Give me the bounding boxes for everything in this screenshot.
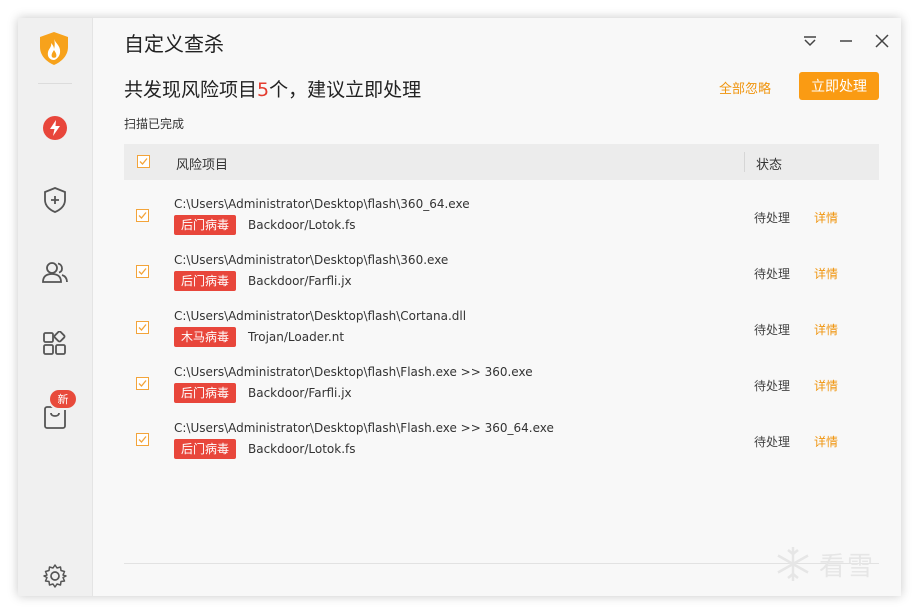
virus-type-tag: 后门病毒 (174, 383, 237, 403)
result-headline: 共发现风险项目5个，建议立即处理 (124, 75, 421, 102)
main-window: 新 自定义查杀 共发现风险项目5个，建议立即处理 全部忽略 立即处理 扫描已完成 (18, 18, 901, 596)
row-checkbox[interactable] (136, 321, 149, 334)
sidebar: 新 (18, 18, 93, 596)
dropdown-menu-icon (804, 36, 816, 47)
detail-link[interactable]: 详情 (814, 321, 838, 338)
watermark: 看雪 (773, 542, 893, 586)
select-all-checkbox[interactable] (137, 155, 150, 168)
column-divider (744, 152, 745, 172)
risk-count: 5 (257, 79, 270, 101)
close-button[interactable] (871, 30, 893, 52)
footer-divider (124, 563, 879, 564)
status-text: 待处理 (754, 435, 791, 449)
detail-link[interactable]: 详情 (814, 377, 838, 394)
status-text: 待处理 (754, 211, 791, 225)
handle-now-button[interactable]: 立即处理 (799, 72, 879, 100)
check-icon (138, 436, 147, 443)
file-path: C:\Users\Administrator\Desktop\flash\360… (174, 197, 470, 211)
table-row: C:\Users\Administrator\Desktop\flash\Cor… (124, 301, 879, 357)
watermark-text: 看雪 (819, 551, 876, 582)
virus-type-tag: 后门病毒 (174, 439, 237, 459)
new-badge: 新 (50, 390, 76, 408)
ignore-all-link[interactable]: 全部忽略 (719, 78, 771, 97)
check-icon (139, 158, 148, 165)
virus-name: Trojan/Loader.nt (248, 330, 345, 344)
headline-suffix: 个，建议立即处理 (269, 79, 422, 101)
scan-status: 扫描已完成 (124, 117, 185, 131)
sidebar-item-apps[interactable] (37, 326, 73, 362)
virus-type-tag: 后门病毒 (174, 271, 237, 291)
detail-link[interactable]: 详情 (814, 433, 838, 450)
check-icon (138, 268, 147, 275)
headline-prefix: 共发现风险项目 (124, 79, 258, 101)
settings-button[interactable] (37, 558, 73, 594)
flame-shield-logo (36, 30, 72, 66)
status-text: 待处理 (754, 323, 791, 337)
menu-button[interactable] (799, 30, 821, 52)
virus-name: Backdoor/Farfli.jx (248, 274, 352, 288)
table-header: 风险项目 状态 (124, 144, 879, 180)
check-icon (138, 212, 147, 219)
sidebar-item-scan[interactable] (37, 110, 73, 146)
check-icon (138, 380, 147, 387)
virus-type-tag: 后门病毒 (174, 215, 237, 235)
table-row: C:\Users\Administrator\Desktop\flash\Fla… (124, 357, 879, 413)
window-title: 自定义查杀 (124, 32, 224, 56)
status-text: 待处理 (754, 379, 791, 393)
file-path: C:\Users\Administrator\Desktop\flash\Fla… (174, 365, 533, 379)
row-checkbox[interactable] (136, 433, 149, 446)
sidebar-divider (38, 83, 72, 84)
row-checkbox[interactable] (136, 377, 149, 390)
file-path: C:\Users\Administrator\Desktop\flash\Fla… (174, 421, 554, 435)
virus-type-tag: 木马病毒 (174, 327, 237, 347)
file-path: C:\Users\Administrator\Desktop\flash\Cor… (174, 309, 467, 323)
row-checkbox[interactable] (136, 209, 149, 222)
shield-plus-icon (44, 187, 66, 213)
virus-name: Backdoor/Lotok.fs (248, 218, 356, 232)
row-checkbox[interactable] (136, 265, 149, 278)
detail-link[interactable]: 详情 (814, 265, 838, 282)
detail-link[interactable]: 详情 (814, 209, 838, 226)
snowflake-icon (777, 547, 809, 581)
lightning-icon (43, 116, 67, 140)
virus-name: Backdoor/Lotok.fs (248, 442, 356, 456)
column-header-status: 状态 (756, 158, 783, 173)
table-row: C:\Users\Administrator\Desktop\flash\360… (124, 189, 879, 245)
table-row: C:\Users\Administrator\Desktop\flash\Fla… (124, 413, 879, 469)
sidebar-item-protection[interactable] (37, 182, 73, 218)
check-icon (138, 324, 147, 331)
close-icon (875, 34, 889, 48)
status-text: 待处理 (754, 267, 791, 281)
minimize-button[interactable] (835, 30, 857, 52)
file-path: C:\Users\Administrator\Desktop\flash\360… (174, 253, 449, 267)
gear-icon (43, 564, 67, 588)
table-row: C:\Users\Administrator\Desktop\flash\360… (124, 245, 879, 301)
apps-grid-icon (43, 331, 66, 355)
minimize-icon (840, 40, 852, 42)
virus-name: Backdoor/Farfli.jx (248, 386, 352, 400)
sidebar-item-users[interactable] (37, 254, 73, 290)
column-header-risk-item: 风险项目 (176, 158, 229, 173)
users-icon (42, 262, 68, 283)
